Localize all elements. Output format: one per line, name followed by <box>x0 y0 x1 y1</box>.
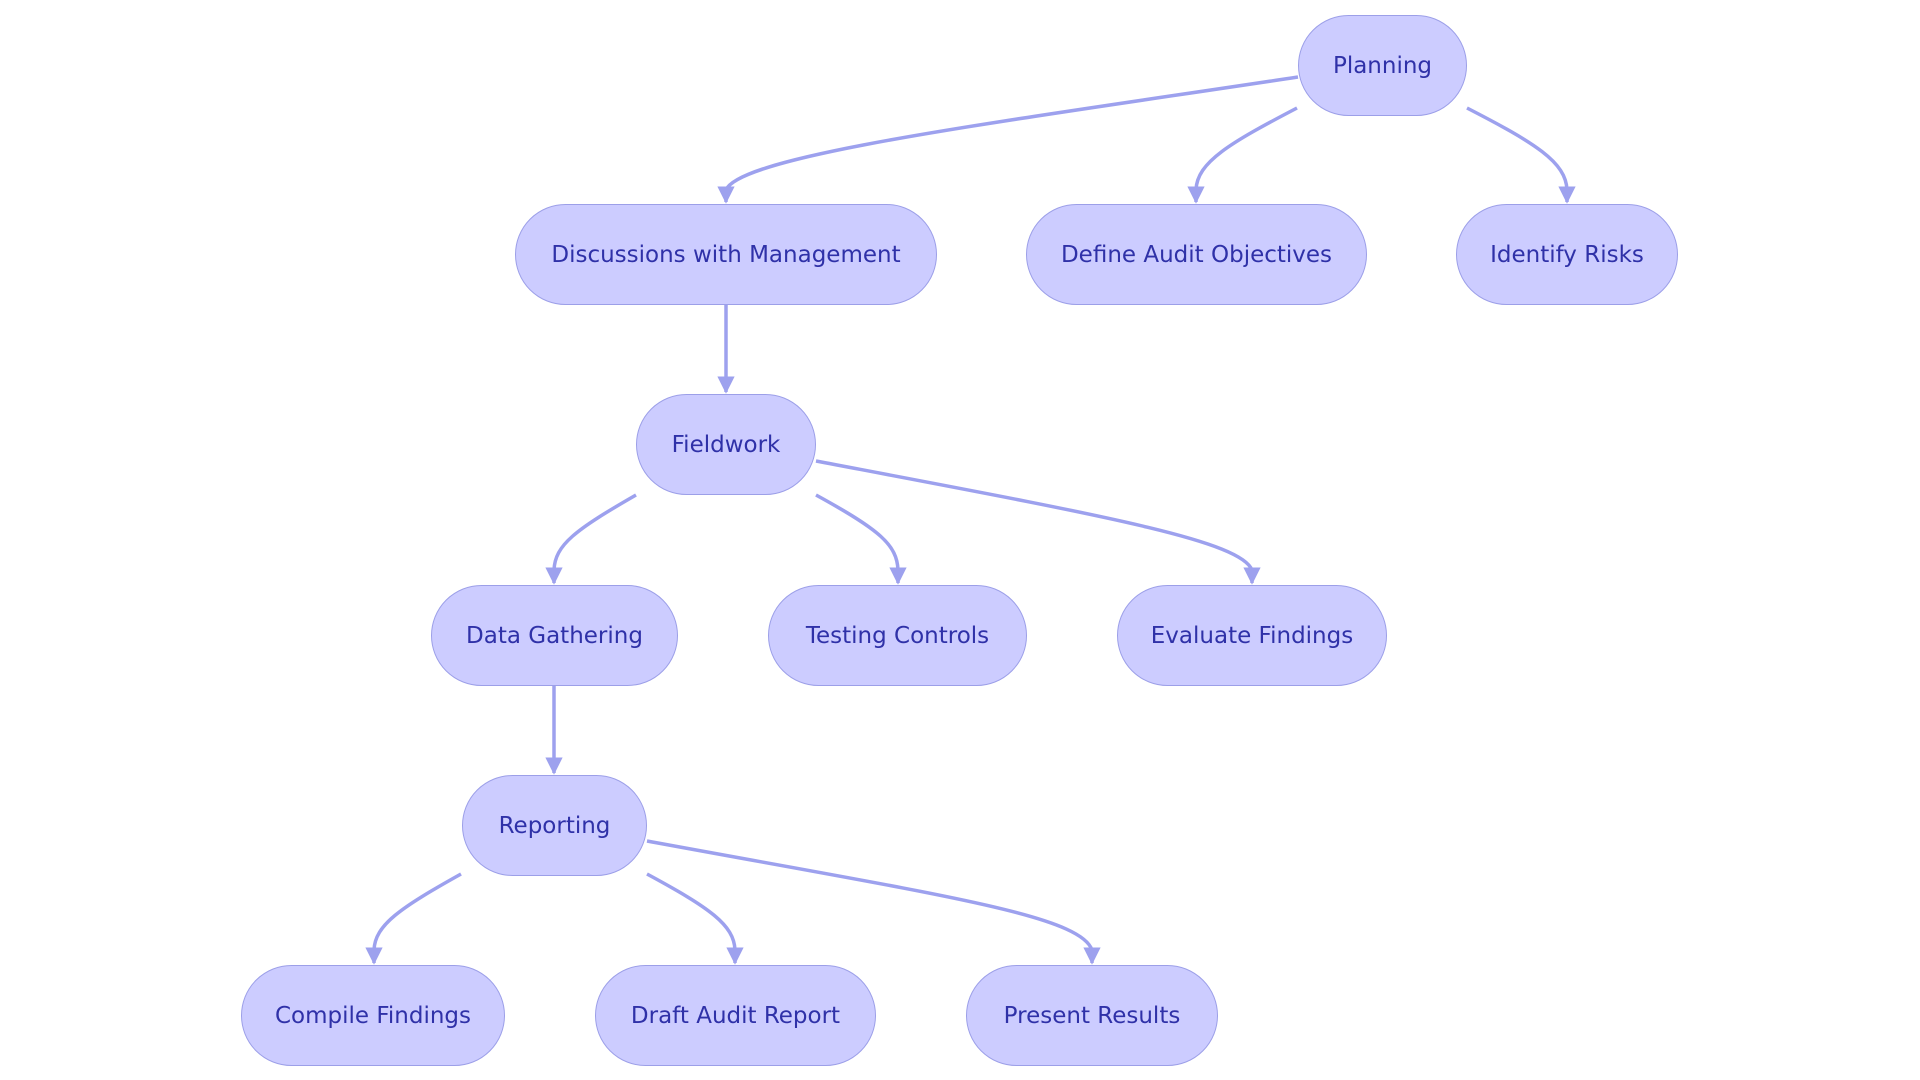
node-present-results: Present Results <box>966 965 1218 1066</box>
node-reporting: Reporting <box>462 775 647 876</box>
node-fieldwork: Fieldwork <box>636 394 816 495</box>
edge-reporting-compile <box>365 872 462 965</box>
node-define-audit-objectives: Define Audit Objectives <box>1026 204 1367 305</box>
edge-fieldwork-gathering <box>545 493 637 585</box>
node-identify-risks: Identify Risks <box>1456 204 1678 305</box>
node-draft-audit-report: Draft Audit Report <box>595 965 876 1066</box>
node-testing-controls: Testing Controls <box>768 585 1027 686</box>
edge-reporting-present <box>646 839 1101 965</box>
node-compile-findings: Compile Findings <box>241 965 505 1066</box>
edge-fieldwork-evaluate <box>815 459 1261 585</box>
edge-planning-discussions <box>717 75 1299 204</box>
edge-planning-risks <box>1466 106 1576 204</box>
node-data-gathering: Data Gathering <box>431 585 678 686</box>
edge-reporting-draft <box>646 872 744 965</box>
edge-fieldwork-testing <box>815 493 907 585</box>
node-planning: Planning <box>1298 15 1467 116</box>
node-discussions-with-management: Discussions with Management <box>515 204 937 305</box>
edge-planning-objectives <box>1187 106 1298 204</box>
node-evaluate-findings: Evaluate Findings <box>1117 585 1387 686</box>
edges-layer <box>365 75 1576 965</box>
